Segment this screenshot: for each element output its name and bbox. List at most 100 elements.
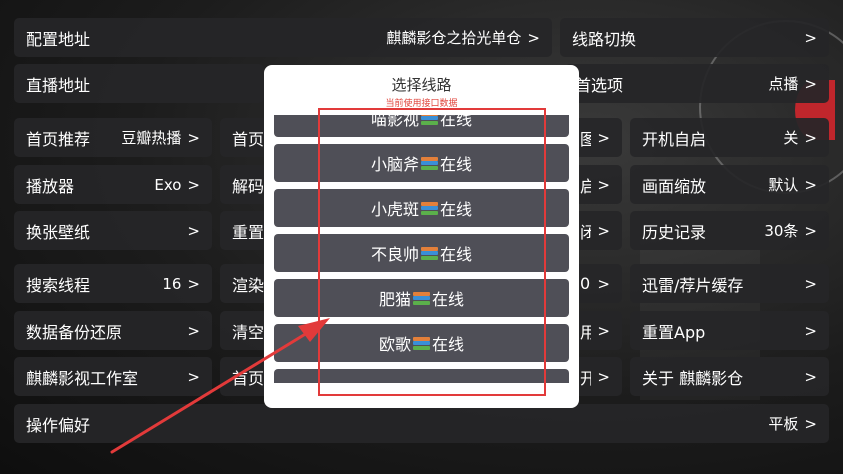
setting-config-address[interactable]: 配置地址 麒麟影仓之拾光单仓 > [14, 18, 552, 57]
line-option[interactable]: 小脑斧 在线 [274, 144, 569, 182]
setting-history[interactable]: 历史记录 30条 > [630, 211, 829, 250]
books-icon [413, 291, 430, 305]
line-name: 欧歌 [378, 335, 411, 354]
chevron-right-icon: > [804, 274, 817, 293]
setting-value: 平板 [768, 415, 799, 433]
line-status: 在线 [440, 115, 473, 129]
setting-reset-app[interactable]: 重置App > [630, 311, 829, 350]
dialog-title: 选择线路 [391, 76, 452, 94]
line-status: 在线 [440, 200, 473, 219]
setting-label: 渲染 [232, 275, 265, 295]
chevron-right-icon: > [187, 175, 200, 194]
setting-value: 关 [783, 129, 799, 147]
line-name: 小虎斑 [370, 200, 419, 219]
setting-value: 16 [162, 274, 182, 293]
chevron-right-icon: > [187, 367, 200, 386]
setting-label: 启 [580, 176, 592, 196]
setting-value: 麒麟影仓之拾光单仓 [386, 29, 522, 47]
setting-label: 线路切换 [572, 29, 637, 49]
chevron-right-icon: > [187, 274, 200, 293]
setting-player[interactable]: 播放器 Exo > [14, 165, 212, 204]
chevron-right-icon: > [187, 129, 200, 147]
setting-label: 开 [580, 368, 592, 388]
setting-label: 用 [580, 322, 592, 342]
chevron-right-icon: > [804, 415, 817, 433]
books-icon [413, 336, 430, 350]
books-icon [421, 201, 438, 215]
line-option[interactable]: 不良帅 在线 [274, 234, 569, 272]
line-list[interactable]: 喵影视 在线 小脑斧 在线 小虎斑 在线 不良帅 在线 肥猫 在线 欧歌 在线 [274, 115, 569, 383]
setting-label: 闭 [580, 222, 592, 242]
chevron-right-icon: > [597, 274, 610, 293]
line-status: 在线 [432, 290, 465, 309]
setting-line-switch[interactable]: 线路切换 > [560, 18, 829, 57]
setting-studio[interactable]: 麒麟影视工作室 > [14, 357, 212, 396]
setting-search-threads[interactable]: 搜索线程 16 > [14, 264, 212, 303]
line-option[interactable]: 欧歌 在线 [274, 324, 569, 362]
setting-home-option[interactable]: 首选项 点播 > [565, 64, 829, 103]
setting-label: 画面缩放 [642, 176, 707, 196]
line-name: 喵影视 [370, 115, 419, 129]
setting-value: 点播 [768, 75, 799, 93]
setting-value: Exo [154, 175, 182, 194]
chevron-right-icon: > [804, 75, 817, 93]
line-status: 在线 [440, 155, 473, 174]
setting-live-address[interactable]: 直播地址 [14, 64, 264, 103]
line-name: 肥猫 [378, 290, 411, 309]
line-option[interactable]: 肥猫 在线 [274, 279, 569, 317]
chevron-right-icon: > [804, 222, 817, 240]
line-option[interactable]: 喵影视 在线 [274, 115, 569, 137]
setting-label: 配置地址 [26, 29, 91, 49]
chevron-right-icon: > [597, 321, 610, 340]
dialog-subtitle: 当前使用接口数据 [385, 99, 458, 109]
chevron-right-icon: > [804, 367, 817, 386]
line-option[interactable] [274, 369, 569, 383]
chevron-right-icon: > [597, 128, 610, 147]
line-status: 在线 [432, 335, 465, 354]
chevron-right-icon: > [187, 321, 200, 340]
line-name: 小脑斧 [370, 155, 419, 174]
setting-label: 操作偏好 [26, 415, 91, 435]
line-name: 不良帅 [370, 245, 419, 264]
books-icon [421, 115, 438, 125]
setting-label: 数据备份还原 [26, 322, 123, 342]
setting-label: 历史记录 [642, 222, 707, 242]
setting-label: 直播地址 [26, 75, 91, 95]
line-select-dialog: 选择线路 当前使用接口数据 喵影视 在线 小脑斧 在线 小虎斑 在线 不良帅 在线 肥猫… [264, 65, 579, 408]
setting-thunder-cache[interactable]: 迅雷/荐片缓存 > [630, 264, 829, 303]
books-icon [421, 246, 438, 260]
chevron-right-icon: > [597, 367, 610, 386]
setting-label: 迅雷/荐片缓存 [642, 275, 744, 295]
setting-op-pref[interactable]: 操作偏好 平板 > [14, 404, 829, 443]
setting-boot-start[interactable]: 开机自启 关 > [630, 118, 829, 157]
setting-label: 播放器 [26, 176, 75, 196]
setting-label: 首选项 [575, 75, 624, 95]
chevron-right-icon: > [187, 221, 200, 240]
setting-home-recommend[interactable]: 首页推荐 豆瓣热播 > [14, 118, 212, 157]
setting-value: 30条 [764, 222, 799, 240]
chevron-right-icon: > [597, 221, 610, 240]
setting-label: 麒麟影视工作室 [26, 368, 139, 388]
setting-label: 开机自启 [642, 129, 707, 149]
setting-label: 解码 [232, 176, 265, 196]
setting-label: 首页 [232, 129, 265, 149]
setting-label: 首页推荐 [26, 129, 91, 149]
setting-backup[interactable]: 数据备份还原 > [14, 311, 212, 350]
line-option[interactable]: 小虎斑 在线 [274, 189, 569, 227]
setting-label: 换张壁纸 [26, 222, 91, 242]
setting-label: 关于 麒麟影仓 [642, 368, 744, 388]
setting-label: 清空 [232, 322, 265, 342]
setting-label: 重置 [232, 222, 265, 242]
setting-screen-scale[interactable]: 画面缩放 默认 > [630, 165, 829, 204]
setting-label: 搜索线程 [26, 275, 91, 295]
setting-wallpaper[interactable]: 换张壁纸 > [14, 211, 212, 250]
setting-value: 默认 [768, 176, 799, 194]
line-status: 在线 [440, 245, 473, 264]
setting-about[interactable]: 关于 麒麟影仓 > [630, 357, 829, 396]
chevron-right-icon: > [804, 176, 817, 194]
setting-label: 重置App [642, 322, 706, 342]
chevron-right-icon: > [804, 28, 817, 47]
chevron-right-icon: > [804, 321, 817, 340]
chevron-right-icon: > [527, 29, 540, 47]
books-icon [421, 156, 438, 170]
